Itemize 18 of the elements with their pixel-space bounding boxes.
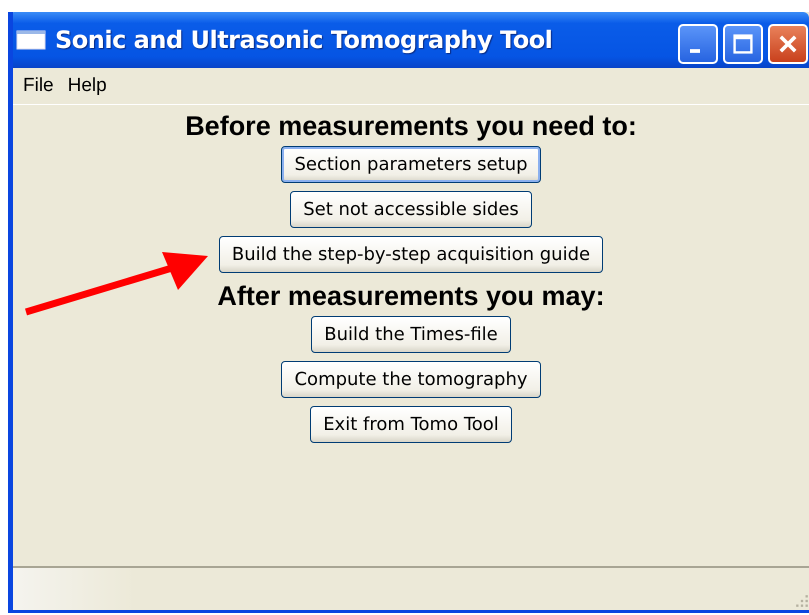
window-icon [16,30,46,50]
resize-grip-icon [795,594,809,608]
action-button[interactable]: Compute the tomography [281,361,541,398]
action-button[interactable]: Exit from Tomo Tool [310,406,512,443]
menu-item[interactable]: Help [68,75,107,97]
section-heading: Before measurements you need to: [185,111,637,142]
menu-item[interactable]: File [23,75,54,97]
minimize-button[interactable] [678,24,718,64]
action-button[interactable]: Build the Times-file [311,316,511,353]
action-button[interactable]: Set not accessible sides [290,191,532,228]
action-button[interactable]: Build the step-by-step acquisition guide [218,236,604,273]
minimize-icon [690,49,700,53]
close-button[interactable] [768,24,808,64]
action-button[interactable]: Section parameters setup [281,146,541,183]
maximize-icon [731,32,755,56]
window-title: Sonic and Ultrasonic Tomography Tool [55,26,552,54]
maximize-button[interactable] [723,24,763,64]
section-heading: After measurements you may: [217,281,605,312]
